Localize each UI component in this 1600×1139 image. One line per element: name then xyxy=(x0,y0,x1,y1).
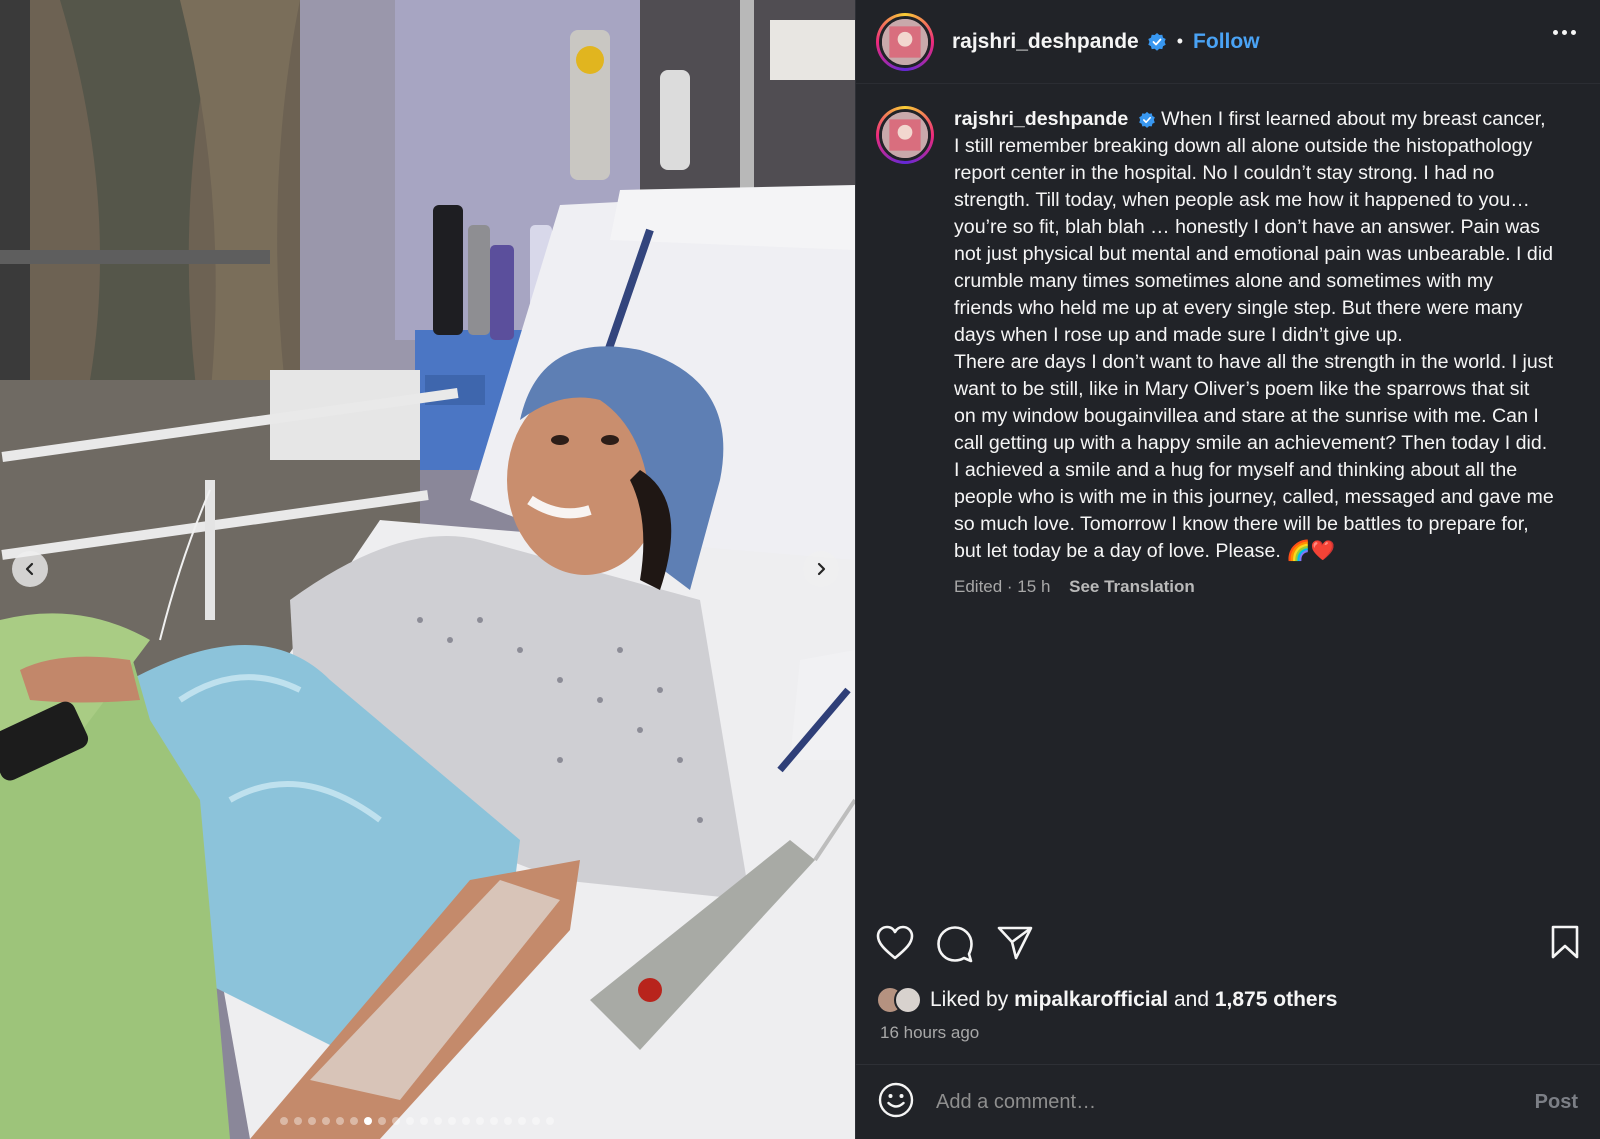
likes-count[interactable]: 1,875 others xyxy=(1215,988,1338,1012)
carousel-dot xyxy=(280,1117,288,1125)
carousel-indicator xyxy=(280,1117,554,1125)
carousel-dot xyxy=(448,1117,456,1125)
action-bar xyxy=(876,925,1580,965)
caption-meta: Edited · 15 h See Translation xyxy=(954,573,1554,600)
post-comment-button[interactable]: Post xyxy=(1535,1091,1578,1114)
chevron-right-icon xyxy=(817,562,826,576)
carousel-dot xyxy=(462,1117,470,1125)
caption-author-username[interactable]: rajshri_deshpande xyxy=(954,108,1128,130)
carousel-dot xyxy=(476,1117,484,1125)
author-username[interactable]: rajshri_deshpande xyxy=(952,30,1139,54)
carousel-dot xyxy=(336,1117,344,1125)
heart-icon[interactable] xyxy=(876,925,914,966)
see-translation-link[interactable]: See Translation xyxy=(1069,577,1195,596)
carousel-dot xyxy=(532,1117,540,1125)
chevron-left-icon xyxy=(25,562,34,576)
carousel-dot xyxy=(490,1117,498,1125)
comment-icon[interactable] xyxy=(936,925,974,968)
carousel-dot xyxy=(518,1117,526,1125)
avatar-image xyxy=(882,18,928,65)
post-time[interactable]: 16 hours ago xyxy=(880,1023,979,1043)
likes-summary: Liked by mipalkarofficial and 1,875 othe… xyxy=(876,986,1337,1014)
carousel-next-button[interactable] xyxy=(803,551,839,587)
carousel-dot xyxy=(308,1117,316,1125)
emoji-icon[interactable] xyxy=(878,1082,914,1123)
carousel-dot xyxy=(364,1117,372,1125)
bookmark-icon[interactable] xyxy=(1550,925,1580,964)
carousel-dot xyxy=(350,1117,358,1125)
edited-timestamp: Edited · 15 h xyxy=(954,577,1051,596)
caption-block: rajshri_deshpande When I first learned a… xyxy=(876,106,1576,600)
author-avatar[interactable] xyxy=(876,12,934,71)
liker-avatars[interactable] xyxy=(876,986,922,1014)
avatar-image xyxy=(882,112,928,158)
instagram-post-view: rajshri_deshpande • Follow rajshri_deshp… xyxy=(0,0,1600,1139)
carousel-dot xyxy=(392,1117,400,1125)
liker-avatar xyxy=(894,986,922,1014)
verified-icon xyxy=(1147,32,1167,52)
carousel-dot xyxy=(546,1117,554,1125)
carousel-prev-button[interactable] xyxy=(12,551,48,587)
caption-paragraph-1: When I first learned about my breast can… xyxy=(954,108,1554,346)
comment-input[interactable] xyxy=(936,1090,1535,1114)
caption-paragraph-2: There are days I don’t want to have all … xyxy=(954,351,1554,562)
follow-button[interactable]: Follow xyxy=(1193,30,1260,54)
carousel-dot xyxy=(322,1117,330,1125)
caption-text: rajshri_deshpande When I first learned a… xyxy=(954,106,1554,600)
liked-by-user[interactable]: mipalkarofficial xyxy=(1014,988,1168,1012)
share-icon[interactable] xyxy=(996,925,1034,966)
liked-by-and: and xyxy=(1173,988,1210,1011)
post-side-panel: rajshri_deshpande • Follow rajshri_deshp… xyxy=(855,0,1600,1139)
liked-by-prefix: Liked by xyxy=(930,988,1009,1011)
carousel-dot xyxy=(434,1117,442,1125)
carousel-dot xyxy=(420,1117,428,1125)
more-icon[interactable] xyxy=(1553,30,1576,35)
carousel-dot xyxy=(504,1117,512,1125)
header-separator: • xyxy=(1176,31,1184,51)
carousel-dot xyxy=(378,1117,386,1125)
carousel-dot xyxy=(294,1117,302,1125)
post-photo xyxy=(0,0,855,1139)
post-media[interactable] xyxy=(0,0,855,1139)
post-header: rajshri_deshpande • Follow xyxy=(856,0,1600,84)
carousel-dot xyxy=(406,1117,414,1125)
verified-icon xyxy=(1138,111,1156,129)
caption-author-avatar[interactable] xyxy=(876,106,934,164)
comment-bar: Post xyxy=(856,1064,1600,1139)
